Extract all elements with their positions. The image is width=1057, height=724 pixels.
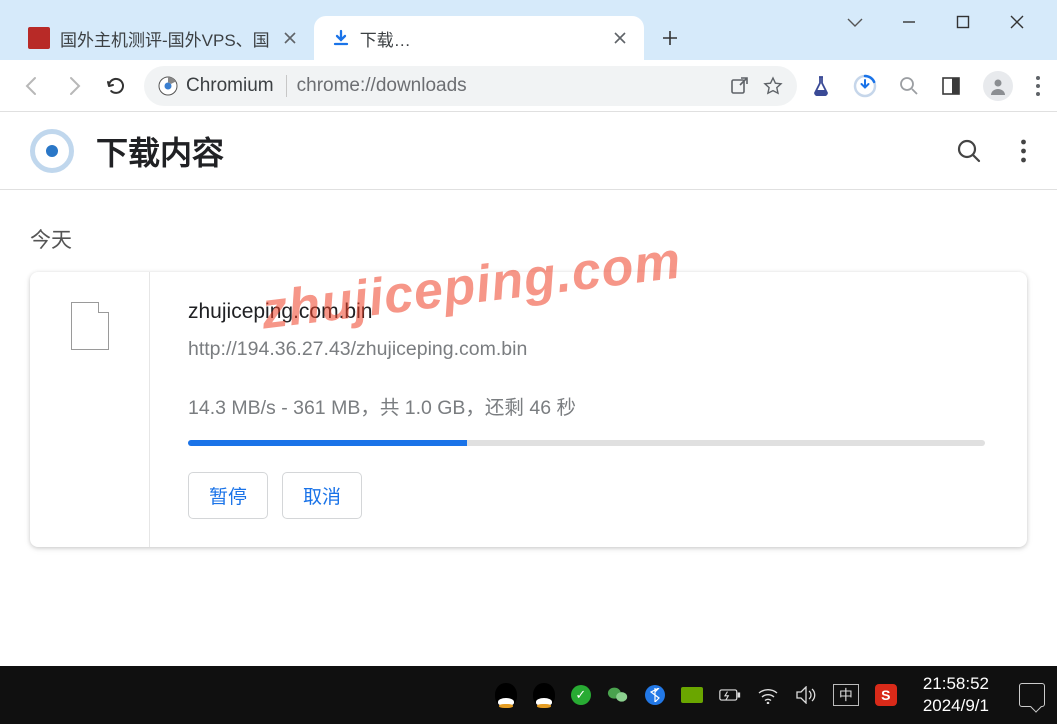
more-options-button[interactable]	[1020, 138, 1027, 164]
page-title: 下载内容	[96, 128, 224, 174]
tab-title: 下载内容	[360, 26, 420, 51]
tab-close-button[interactable]	[280, 28, 300, 48]
pause-button[interactable]: 暂停	[188, 472, 268, 519]
wifi-icon[interactable]	[757, 684, 779, 706]
battery-icon[interactable]	[719, 684, 741, 706]
clock-date: 2024/9/1	[923, 695, 989, 717]
status-ok-icon[interactable]: ✓	[571, 685, 591, 705]
bluetooth-icon[interactable]	[645, 685, 665, 705]
cancel-button[interactable]: 取消	[282, 472, 362, 519]
tab-inactive[interactable]: 国外主机测评-国外VPS、国	[10, 16, 314, 60]
download-source-url[interactable]: http://194.36.27.43/zhujiceping.com.bin	[188, 338, 985, 361]
chevron-down-icon[interactable]	[845, 12, 865, 32]
search-icon[interactable]	[899, 76, 919, 96]
share-icon[interactable]	[729, 76, 749, 96]
site-favicon	[28, 27, 50, 49]
search-downloads-button[interactable]	[956, 138, 982, 164]
reload-button[interactable]	[102, 72, 130, 100]
window-minimize-button[interactable]	[899, 12, 919, 32]
download-card: zhujiceping.com.bin http://194.36.27.43/…	[30, 272, 1027, 547]
flask-icon[interactable]	[811, 75, 831, 97]
qq-icon[interactable]	[533, 684, 555, 706]
downloads-content: 今天 zhujiceping.com.bin http://194.36.27.…	[0, 190, 1057, 581]
url-text: chrome://downloads	[297, 75, 467, 97]
qq-icon[interactable]	[495, 684, 517, 706]
tab-title: 国外主机测评-国外VPS、国	[60, 26, 270, 51]
download-card-icon-area	[30, 272, 150, 547]
notifications-icon[interactable]	[1019, 683, 1045, 707]
toolbar-actions	[811, 71, 1041, 101]
window-maximize-button[interactable]	[953, 12, 973, 32]
forward-button[interactable]	[60, 72, 88, 100]
taskbar: ✓ 中 S 21:58:52 2024/9/1	[0, 666, 1057, 724]
chromium-logo-icon	[30, 129, 74, 173]
window-close-button[interactable]	[1007, 12, 1027, 32]
clock[interactable]: 21:58:52 2024/9/1	[923, 673, 989, 717]
star-icon[interactable]	[763, 76, 783, 96]
menu-icon[interactable]	[1035, 75, 1041, 97]
tab-active[interactable]: 下载内容	[314, 16, 644, 60]
clock-time: 21:58:52	[923, 673, 989, 695]
wechat-icon[interactable]	[607, 684, 629, 706]
download-progress-bar	[188, 440, 985, 446]
back-button[interactable]	[18, 72, 46, 100]
chromium-icon	[158, 76, 178, 96]
file-icon	[71, 302, 109, 350]
nvidia-icon[interactable]	[681, 687, 703, 703]
tab-close-button[interactable]	[610, 28, 630, 48]
sogou-ime-icon[interactable]: S	[875, 684, 897, 706]
download-filename[interactable]: zhujiceping.com.bin	[188, 300, 985, 324]
ime-indicator[interactable]: 中	[833, 684, 859, 706]
reading-list-icon[interactable]	[941, 76, 961, 96]
browser-toolbar: Chromium chrome://downloads	[0, 60, 1057, 112]
profile-avatar[interactable]	[983, 71, 1013, 101]
download-status: 14.3 MB/s - 361 MB，共 1.0 GB，还剩 46 秒	[188, 391, 985, 420]
section-today-label: 今天	[30, 224, 1027, 254]
address-bar[interactable]: Chromium chrome://downloads	[144, 66, 797, 106]
download-progress-icon[interactable]	[853, 74, 877, 98]
download-icon	[332, 29, 350, 47]
site-chip-label: Chromium	[186, 75, 274, 97]
volume-icon[interactable]	[795, 684, 817, 706]
site-chip[interactable]: Chromium	[158, 75, 287, 97]
system-tray: ✓ 中 S 21:58:52 2024/9/1	[495, 673, 1045, 717]
page-header: 下载内容	[0, 112, 1057, 190]
new-tab-button[interactable]	[652, 20, 688, 56]
tab-strip: 国外主机测评-国外VPS、国 下载内容	[0, 0, 1057, 60]
window-controls	[845, 0, 1051, 44]
